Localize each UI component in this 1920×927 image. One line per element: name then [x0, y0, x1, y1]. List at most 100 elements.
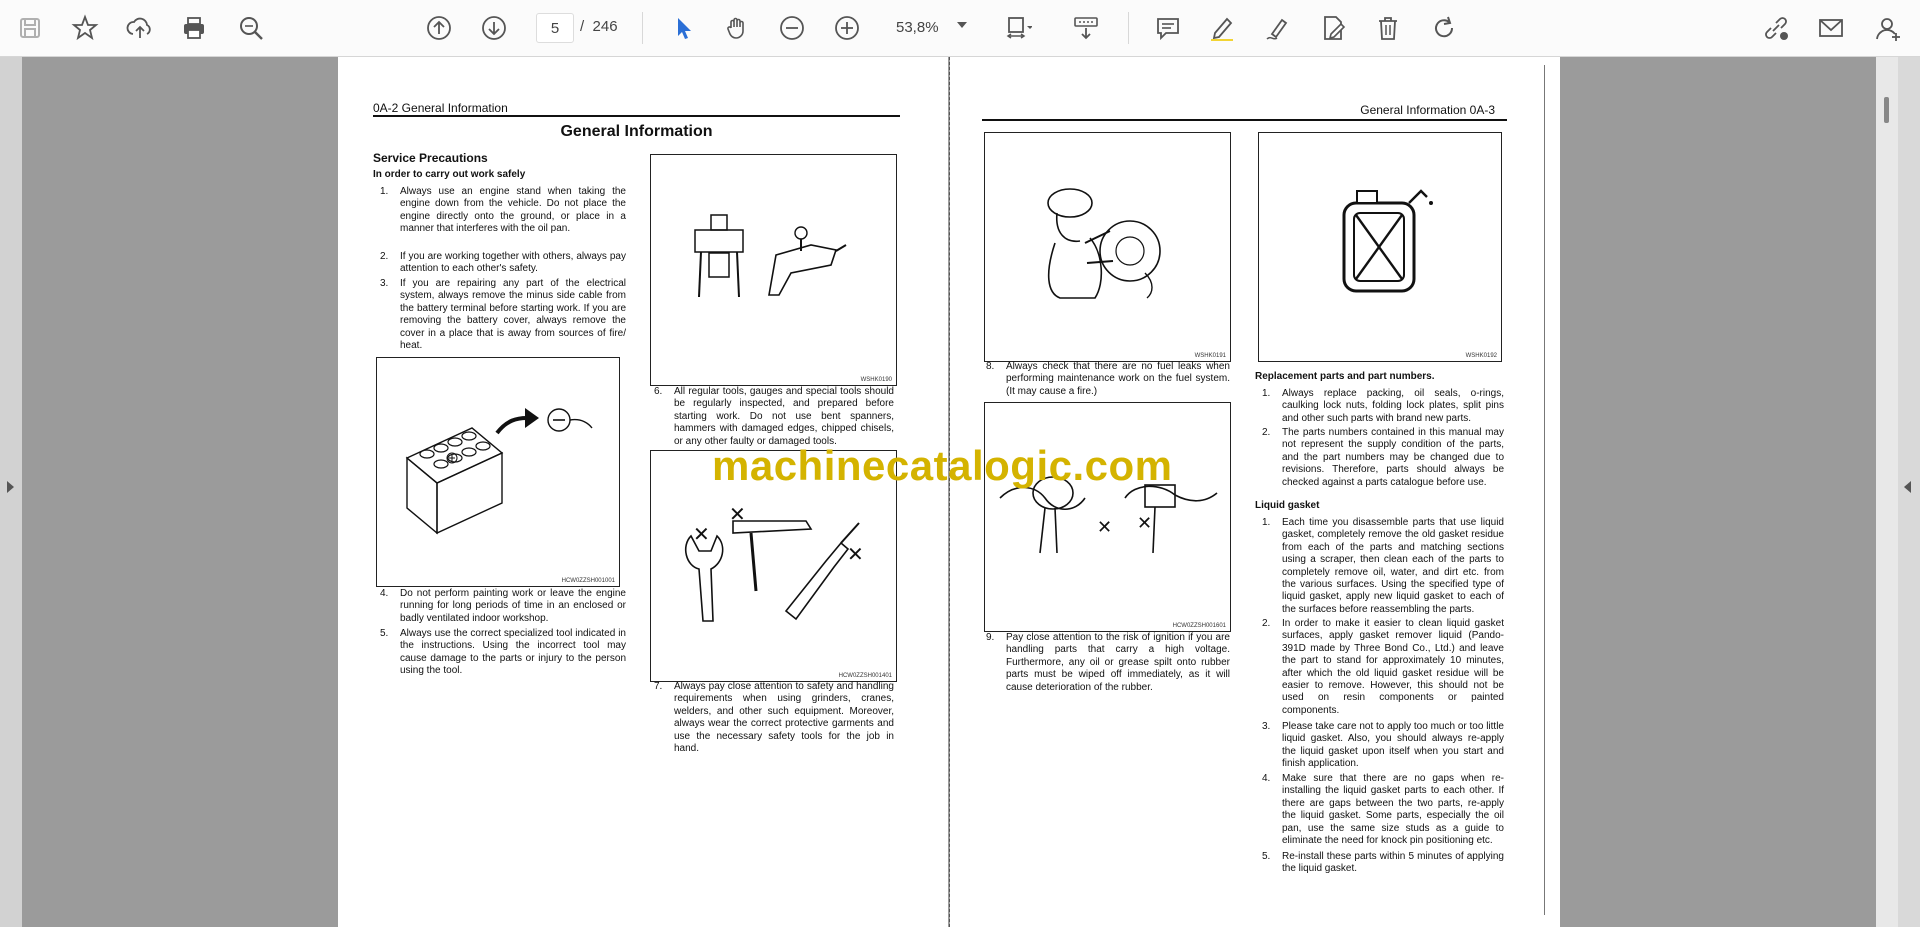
- expand-left-pane-icon[interactable]: [7, 481, 14, 493]
- fuel-leak-figure: WSHK0191: [984, 132, 1231, 362]
- vertical-scrollbar[interactable]: [1876, 57, 1898, 927]
- item-number: 4.: [380, 588, 389, 599]
- item-number: 3.: [380, 278, 389, 289]
- svg-text:✕: ✕: [1137, 513, 1152, 534]
- list-item: 5. Always use the correct specialized too…: [380, 628, 626, 678]
- page-down-icon[interactable]: [476, 10, 512, 46]
- engine-stand-illustration: [694, 214, 847, 298]
- share-link-icon[interactable]: [1758, 10, 1794, 46]
- fuel-can-illustration: [1342, 189, 1433, 293]
- figure-code: HCW0ZZSH001401: [838, 673, 892, 679]
- zoom-search-icon[interactable]: [233, 10, 269, 46]
- list-item: 1. Each time you disassemble parts that u…: [1262, 517, 1504, 616]
- page-number-input[interactable]: 5: [536, 13, 574, 43]
- list-item: 2. In order to make it easier to clean li…: [1262, 618, 1504, 717]
- item-text: If you are repairing any part of the ele…: [400, 278, 626, 352]
- item-text: Do not perform painting work or leave th…: [400, 588, 626, 624]
- page-left: 0A-2 General Information General Informa…: [338, 57, 948, 927]
- rotate-icon[interactable]: [1426, 10, 1462, 46]
- figure-code: WSHK0191: [1194, 353, 1226, 359]
- zoom-in-icon[interactable]: [829, 10, 865, 46]
- list-item: 9. Pay close attention to the risk of ign…: [986, 632, 1230, 694]
- edit-pdf-icon[interactable]: [1315, 10, 1351, 46]
- item-number: 5.: [380, 628, 389, 639]
- item-text: Always use the correct specialized tool …: [400, 628, 626, 677]
- account-icon[interactable]: [1870, 10, 1906, 46]
- item-number: 3.: [1262, 721, 1271, 732]
- list-item: 4. Make sure that there are no gaps when …: [1262, 773, 1504, 847]
- item-number: 6.: [654, 386, 663, 397]
- item-text: Each time you disassemble parts that use…: [1282, 517, 1504, 615]
- header-rule: [982, 119, 1507, 121]
- mechanic-illustration: [1047, 188, 1161, 299]
- item-number: 2.: [1262, 618, 1271, 629]
- tools-figure: WSHK0190: [650, 154, 897, 386]
- highlight-icon[interactable]: [1204, 10, 1240, 46]
- fuel-can-figure: WSHK0192: [1258, 132, 1502, 362]
- comment-icon[interactable]: [1150, 10, 1186, 46]
- fit-page-icon[interactable]: [1000, 10, 1036, 46]
- upload-icon[interactable]: [122, 10, 158, 46]
- svg-text:✕: ✕: [847, 542, 864, 566]
- toolbar-divider: [642, 12, 643, 44]
- item-number: 1.: [380, 186, 389, 197]
- section-heading: Service Precautions: [373, 151, 488, 165]
- delete-icon[interactable]: [1370, 10, 1406, 46]
- expand-right-pane-icon[interactable]: [1904, 481, 1911, 493]
- list-item: 3. Please take care not to apply too much…: [1262, 721, 1504, 771]
- page-header-right: General Information 0A-3: [1360, 103, 1495, 117]
- item-text: All regular tools, gauges and special to…: [674, 386, 894, 447]
- item-text: Please take care not to apply too much o…: [1282, 721, 1504, 770]
- list-item: 5. Re-install these parts within 5 minute…: [1262, 851, 1504, 876]
- svg-text:✕: ✕: [729, 502, 746, 526]
- high-voltage-illustration: ✕ ✕: [999, 476, 1218, 554]
- page-edge-line: [1544, 65, 1545, 915]
- list-item: 3. If you are repairing any part of the e…: [380, 278, 626, 352]
- section-heading: Liquid gasket: [1255, 500, 1320, 511]
- zoom-out-icon[interactable]: [774, 10, 810, 46]
- hand-icon[interactable]: [719, 10, 755, 46]
- select-cursor-icon[interactable]: [665, 10, 701, 46]
- scrollbar-thumb[interactable]: [1884, 97, 1889, 123]
- battery-figure: HCW0ZZSH001001: [376, 357, 620, 587]
- section-heading: Replacement parts and part numbers.: [1255, 371, 1435, 382]
- mail-icon[interactable]: [1813, 10, 1849, 46]
- page-title: General Information: [560, 123, 713, 140]
- print-icon[interactable]: [176, 10, 212, 46]
- item-text: Pay close attention to the risk of ignit…: [1006, 632, 1230, 693]
- page-separator: /: [580, 18, 585, 35]
- item-text: Re-install these parts within 5 minutes …: [1282, 851, 1504, 875]
- page-total-count: 246: [592, 18, 618, 35]
- item-number: 8.: [986, 361, 995, 372]
- item-number: 4.: [1262, 773, 1271, 784]
- item-text: Always replace packing, oil seals, o-rin…: [1282, 388, 1504, 424]
- list-item: 8. Always check that there are no fuel le…: [986, 361, 1230, 398]
- star-icon[interactable]: [67, 10, 103, 46]
- figure-code: HCW0ZZSH001001: [561, 578, 615, 584]
- sign-icon[interactable]: [1260, 10, 1296, 46]
- item-text: Always use an engine stand when taking t…: [400, 186, 626, 235]
- list-item: 2. If you are working together with other…: [380, 251, 626, 276]
- chevron-down-icon[interactable]: [957, 22, 967, 28]
- page-header-left: 0A-2 General Information: [373, 101, 508, 115]
- item-number: 1.: [1262, 388, 1271, 399]
- item-text: Make sure that there are no gaps when re…: [1282, 773, 1504, 847]
- list-item: 6. All regular tools, gauges and special …: [654, 386, 894, 448]
- scroll-mode-icon[interactable]: [1068, 10, 1104, 46]
- subsection-heading: In order to carry out work safely: [373, 169, 526, 180]
- list-item: 2. The parts numbers contained in this ma…: [1262, 427, 1504, 489]
- document-viewer[interactable]: 0A-2 General Information General Informa…: [0, 57, 1920, 927]
- svg-text:✕: ✕: [693, 522, 710, 546]
- figure-code: WSHK0192: [1465, 353, 1497, 359]
- item-number: 9.: [986, 632, 995, 643]
- list-item: 1. Always replace packing, oil seals, o-r…: [1262, 388, 1504, 425]
- item-number: 7.: [654, 681, 663, 692]
- page-right: General Information 0A-3 WSHK0191 WSHK01…: [950, 57, 1560, 927]
- page-up-icon[interactable]: [421, 10, 457, 46]
- list-item: 4. Do not perform painting work or leave …: [380, 588, 626, 625]
- list-item: 1. Always use an engine stand when taking…: [380, 186, 626, 236]
- list-item: 7. Always pay close attention to safety a…: [654, 681, 894, 755]
- item-number: 5.: [1262, 851, 1271, 862]
- save-icon[interactable]: [12, 10, 48, 46]
- item-text: If you are working together with others,…: [400, 251, 626, 275]
